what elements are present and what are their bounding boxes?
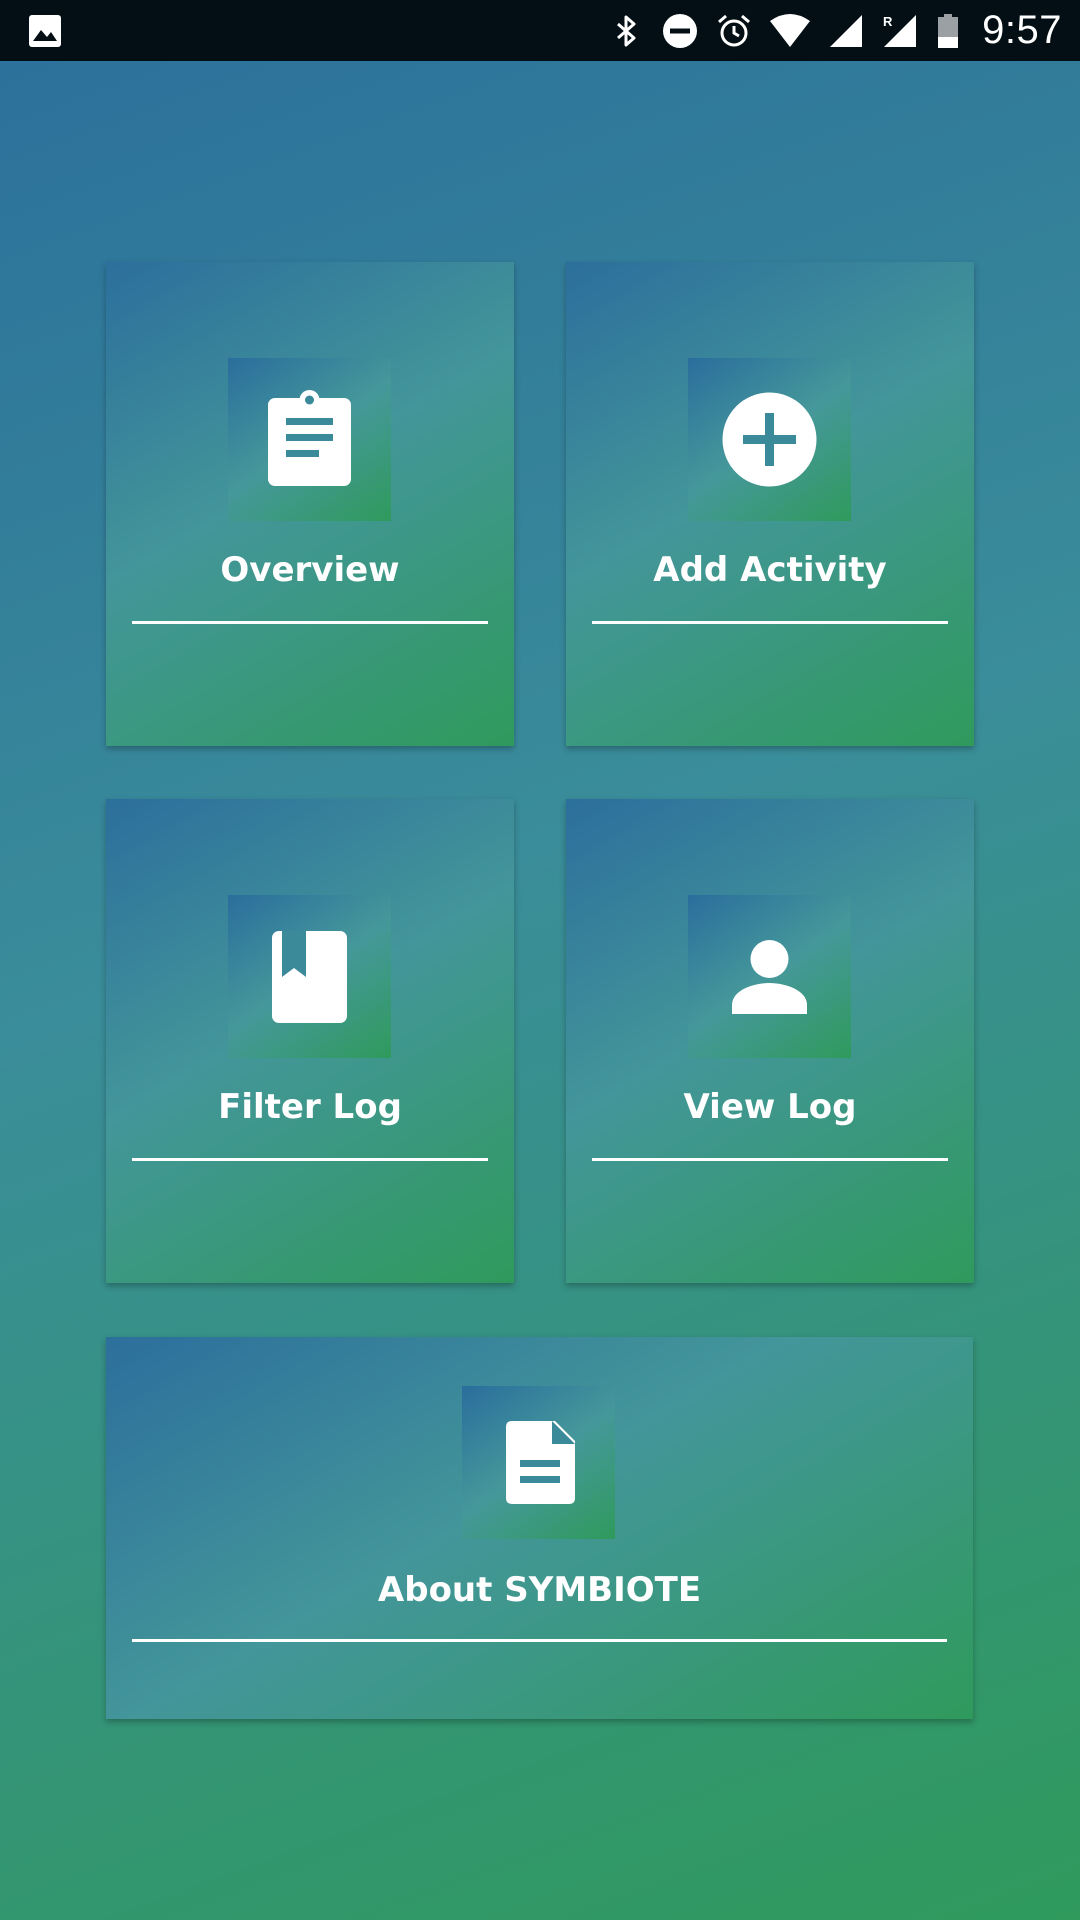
overview-divider bbox=[132, 621, 488, 624]
clipboard-icon bbox=[228, 358, 391, 521]
wifi-icon bbox=[770, 13, 811, 47]
status-bar: R 9:57 bbox=[0, 0, 1080, 61]
alarm-icon bbox=[718, 14, 751, 46]
svg-text:R: R bbox=[883, 14, 893, 29]
about-divider bbox=[132, 1639, 947, 1642]
add-circle-icon bbox=[688, 358, 851, 521]
filter-log-tile[interactable]: Filter Log bbox=[106, 799, 514, 1283]
about-label: About SYMBIOTE bbox=[377, 1570, 702, 1610]
image-icon bbox=[28, 14, 62, 48]
clock-time: 9:57 bbox=[982, 8, 1062, 52]
document-icon bbox=[462, 1386, 615, 1539]
view-log-tile[interactable]: View Log bbox=[566, 799, 974, 1283]
home-screen: R 9:57 Overview Add Activity Filter Log … bbox=[0, 0, 1080, 1920]
view-log-label: View Log bbox=[683, 1087, 857, 1127]
about-tile[interactable]: About SYMBIOTE bbox=[106, 1337, 973, 1719]
filter-log-divider bbox=[132, 1158, 488, 1161]
do-not-disturb-icon bbox=[663, 13, 698, 48]
overview-tile[interactable]: Overview bbox=[106, 262, 514, 746]
battery-icon bbox=[938, 13, 959, 48]
bluetooth-icon bbox=[617, 15, 636, 46]
view-log-divider bbox=[592, 1158, 948, 1161]
add-activity-divider bbox=[592, 621, 948, 624]
add-activity-label: Add Activity bbox=[653, 550, 887, 590]
overview-label: Overview bbox=[220, 550, 400, 590]
filter-log-label: Filter Log bbox=[218, 1087, 402, 1127]
roaming-signal-icon: R bbox=[883, 14, 917, 47]
bookmark-book-icon bbox=[228, 895, 391, 1058]
add-activity-tile[interactable]: Add Activity bbox=[566, 262, 974, 746]
cell-signal-icon bbox=[830, 14, 863, 47]
person-icon bbox=[688, 895, 851, 1058]
